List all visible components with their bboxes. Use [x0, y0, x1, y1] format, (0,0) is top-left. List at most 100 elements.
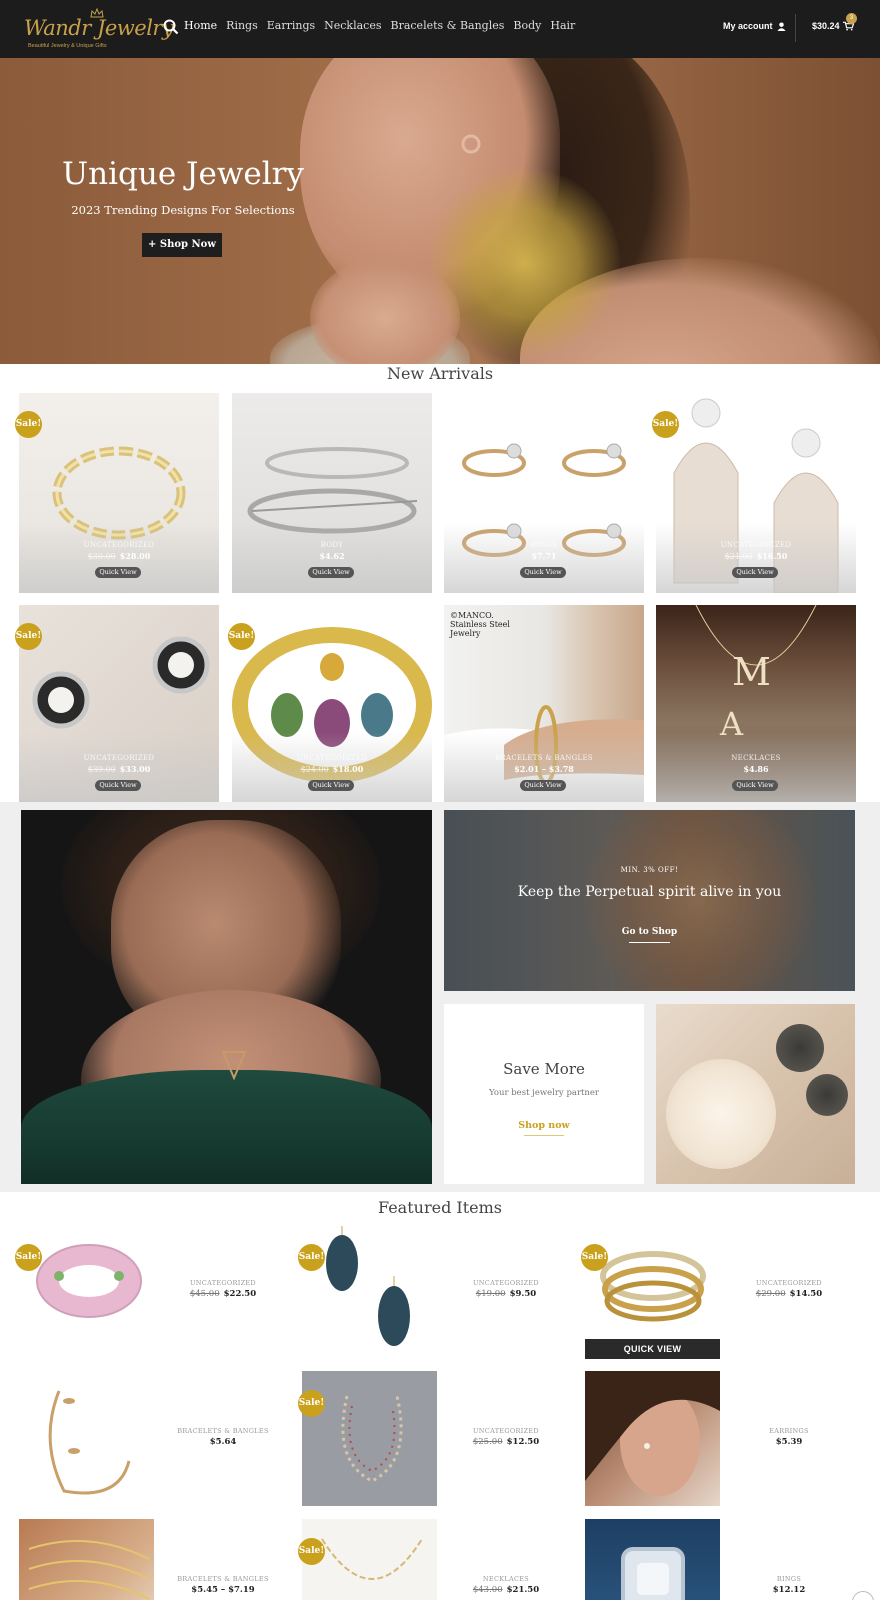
save-more-title: Save More [503, 1060, 585, 1078]
product-category: UNCATEGORIZED [296, 754, 368, 762]
sale-badge: Sale! [298, 1538, 325, 1565]
scroll-to-top-button[interactable] [852, 1591, 874, 1600]
product-card[interactable]: UNCATEGORIZED $39.00 $33.00 Quick View [19, 605, 219, 802]
sale-badge: Sale! [15, 411, 42, 438]
quick-view-button[interactable]: Quick View [95, 780, 141, 791]
product-card[interactable]: ©MANCO. Stainless Steel Jewelry BRACELET… [444, 605, 644, 802]
quick-view-button[interactable]: Quick View [520, 567, 566, 578]
link-underline [629, 942, 670, 943]
sale-price: $14.50 [789, 1289, 823, 1299]
quick-view-button[interactable]: Quick View [308, 567, 354, 578]
promo-flatlay-image[interactable] [656, 1004, 855, 1184]
hero-subtitle: 2023 Trending Designs For Selections [71, 203, 295, 217]
nav-item-rings[interactable]: Rings [226, 19, 258, 32]
product-price: $24.00 $18.00 [232, 764, 432, 774]
svg-text:M: M [732, 650, 771, 694]
product-category: BRACELETS & BANGLES [494, 754, 593, 762]
promo-banner[interactable]: MIN. 3% OFF! Keep the Perpetual spirit a… [444, 810, 855, 991]
account-label: My account [723, 21, 773, 31]
featured-product-image[interactable] [19, 1519, 154, 1600]
nav-item-bracelets[interactable]: Bracelets & Bangles [391, 19, 505, 32]
banner-kicker: MIN. 3% OFF! [620, 866, 679, 874]
featured-product-image[interactable] [302, 1221, 437, 1356]
pendant-icon [221, 1051, 247, 1080]
hoop-earring-icon [461, 134, 481, 154]
sale-price: $4.86 [743, 764, 769, 774]
featured-product-image[interactable] [302, 1371, 437, 1506]
quick-view-button[interactable]: Quick View [732, 567, 778, 578]
featured-product-image[interactable] [585, 1221, 720, 1356]
nav-item-home[interactable]: Home [184, 19, 217, 32]
sale-price: $2.01 – $3.78 [514, 764, 574, 774]
quick-view-button[interactable]: Quick View [95, 567, 141, 578]
featured-category: NECKLACES [482, 1575, 530, 1583]
quick-view-button[interactable]: Quick View [732, 780, 778, 791]
header-divider [795, 14, 796, 42]
featured-price: $5.64 [168, 1437, 278, 1447]
product-price: $7.71 [444, 551, 644, 561]
brand-tagline: Beautiful Jewelry & Unique Gifts [28, 43, 107, 49]
hero-banner: Unique Jewelry 2023 Trending Designs For… [0, 58, 880, 364]
sale-price: $12.12 [772, 1585, 806, 1595]
featured-price: $43.00 $21.50 [451, 1585, 561, 1595]
beaded-necklace-illustration [341, 1395, 403, 1483]
account-link[interactable]: My account [723, 21, 786, 31]
quick-view-button[interactable]: Quick View [520, 780, 566, 791]
quick-view-button[interactable]: Quick View [308, 780, 354, 791]
featured-price: $25.00 $12.50 [451, 1437, 561, 1447]
sale-price: $21.50 [506, 1585, 540, 1595]
product-card[interactable]: RINGS $7.71 Quick View [444, 393, 644, 593]
featured-product-image[interactable] [585, 1371, 720, 1506]
plate [666, 1059, 776, 1169]
nav-item-body[interactable]: Body [513, 19, 541, 32]
old-price: $39.00 [87, 765, 116, 774]
sale-price: $22.50 [223, 1289, 257, 1299]
product-category: RINGS [530, 541, 558, 549]
druzy-earrings-illustration [326, 1226, 410, 1346]
old-price: $29.00 [755, 1289, 786, 1299]
product-category: UNCATEGORIZED [83, 541, 155, 549]
product-price: $39.00 $33.00 [19, 764, 219, 774]
site-header: Wandr Jewelry Beautiful Jewelry & Unique… [0, 0, 880, 58]
brand-name: Wandr Jewelry [24, 16, 174, 40]
featured-category: EARRINGS [769, 1427, 809, 1435]
old-price: $25.00 [472, 1437, 503, 1447]
search-icon[interactable] [163, 19, 179, 35]
brand-logo[interactable]: Wandr Jewelry Beautiful Jewelry & Unique… [22, 6, 174, 52]
save-more-card: Save More Your best jewelry partner Shop… [444, 1004, 644, 1184]
sale-price: $18.00 [332, 764, 364, 774]
product-card[interactable]: UNCATEGORIZED $21.00 $16.50 Quick View [656, 393, 856, 593]
featured-category: UNCATEGORIZED [190, 1279, 256, 1287]
featured-product-image[interactable] [585, 1519, 720, 1600]
sale-badge: Sale! [652, 411, 679, 438]
product-price: $30.00 $28.00 [19, 551, 219, 561]
featured-price: $12.12 [734, 1585, 844, 1595]
product-card[interactable]: UNCATEGORIZED $30.00 $28.00 Quick View [19, 393, 219, 593]
sale-price: $28.00 [119, 551, 151, 561]
shop-now-link[interactable]: Shop now [444, 1120, 644, 1131]
save-more-subtitle: Your best jewelry partner [489, 1088, 599, 1098]
go-to-shop-link[interactable]: Go to Shop [444, 927, 855, 937]
nav-item-earrings[interactable]: Earrings [267, 19, 315, 32]
sale-badge: Sale! [228, 623, 255, 650]
nav-item-hair[interactable]: Hair [550, 19, 575, 32]
featured-product-image[interactable] [19, 1221, 154, 1356]
product-card[interactable]: BODY $4.62 Quick View [232, 393, 432, 593]
featured-price: $19.00 $9.50 [451, 1289, 561, 1299]
featured-items-title: Featured Items [377, 1198, 502, 1217]
old-price: $24.00 [300, 765, 329, 774]
hero-title: Unique Jewelry [62, 156, 304, 192]
product-card[interactable]: UNCATEGORIZED $24.00 $18.00 Quick View [232, 605, 432, 802]
nav-item-necklaces[interactable]: Necklaces [324, 19, 381, 32]
promo-model-image[interactable] [21, 810, 432, 1184]
featured-category: RINGS [776, 1575, 802, 1583]
featured-category: UNCATEGORIZED [756, 1279, 822, 1287]
product-card[interactable]: MA NECKLACES $4.86 Quick View [656, 605, 856, 802]
featured-product-image[interactable] [19, 1371, 154, 1506]
layered-bracelets-illustration [28, 1540, 150, 1600]
sale-price: $5.64 [209, 1437, 237, 1447]
quick-view-button[interactable]: QUICK VIEW [585, 1339, 720, 1359]
featured-category: UNCATEGORIZED [473, 1427, 539, 1435]
product-price: $4.86 [656, 764, 856, 774]
shop-now-button[interactable]: + Shop Now [142, 233, 222, 257]
